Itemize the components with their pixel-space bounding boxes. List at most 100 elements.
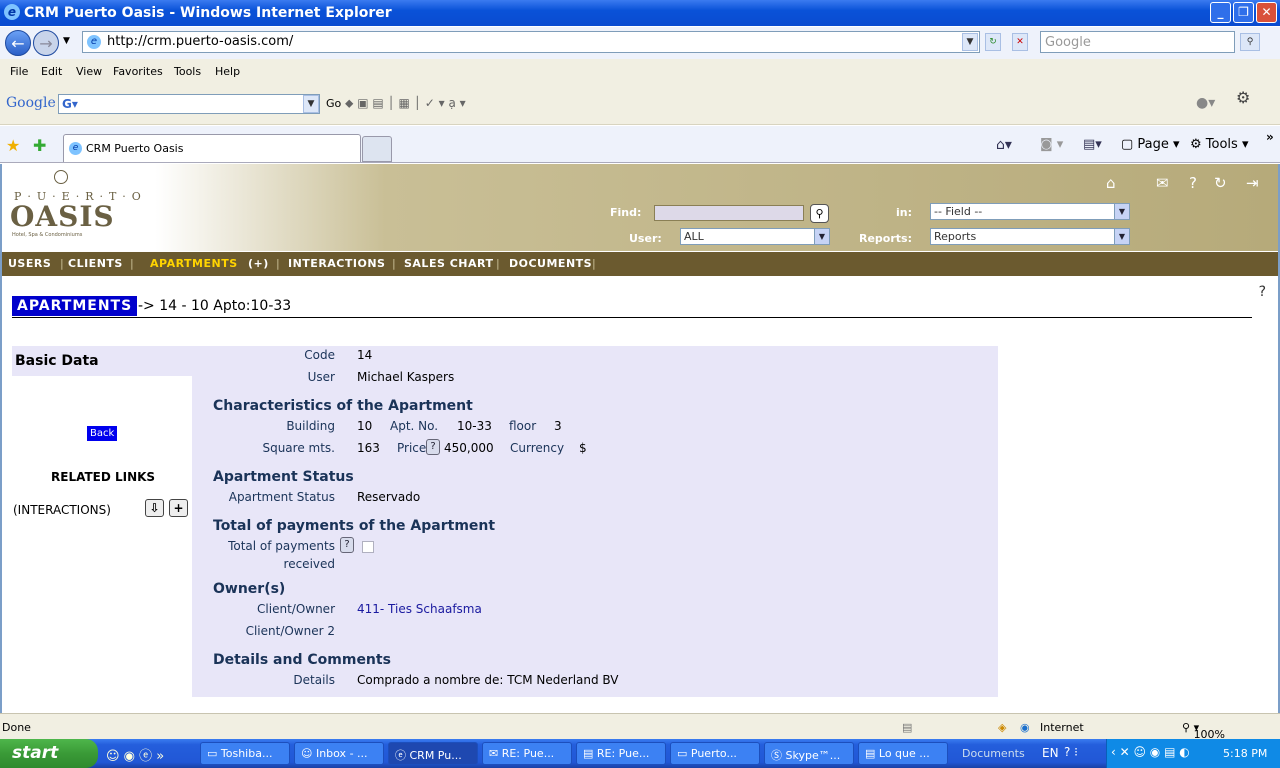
minimize-button[interactable]: _ (1210, 2, 1231, 23)
language-indicator[interactable]: EN (1042, 746, 1059, 760)
details-heading: Details and Comments (213, 652, 391, 668)
find-input[interactable] (654, 205, 804, 221)
status-bar: Done ▤ ◈ ◉ Internet ⚲ 100% ▾ (0, 713, 1280, 741)
search-icon[interactable]: ⚲ (1240, 33, 1260, 51)
url-input[interactable]: e http://crm.puerto-oasis.com/ (82, 31, 980, 53)
page-content: P·U·E·R·T·O OASIS Hotel, Spa & Condomini… (0, 164, 1280, 713)
help-tray-icon[interactable]: ? ⁝ (1064, 745, 1078, 759)
apt-no-label: Apt. No. (390, 419, 439, 433)
payments-help-icon[interactable]: ? (340, 537, 354, 553)
task-crm[interactable]: ⓔ CRM Pu... (388, 742, 478, 765)
url-dropdown-icon[interactable]: ▼ (962, 33, 978, 51)
close-button[interactable]: ✕ (1256, 2, 1277, 23)
home-icon[interactable]: ⌂▾ (996, 137, 1012, 153)
google-dropdown-icon[interactable]: ▼ (303, 95, 319, 113)
nav-sales-chart[interactable]: SALES CHART (404, 257, 493, 270)
feeds-icon[interactable]: ◙ ▾ (1040, 137, 1063, 152)
nav-clients[interactable]: CLIENTS (68, 257, 123, 270)
print-icon[interactable]: ▤▾ (1083, 137, 1102, 152)
task-toshiba[interactable]: ▭ Toshiba... (200, 742, 290, 765)
start-button[interactable]: start (0, 739, 98, 768)
refresh-icon[interactable]: ↻ (985, 33, 1001, 51)
task-inbox[interactable]: ☺ Inbox - ... (294, 742, 384, 765)
tab-crm-puerto-oasis[interactable]: e CRM Puerto Oasis (63, 134, 361, 162)
history-dropdown-icon[interactable]: ▼ (63, 36, 70, 46)
tab-ie-icon: e (69, 142, 82, 155)
user-select[interactable]: ALL ▼ (680, 228, 830, 245)
interactions-link[interactable]: (INTERACTIONS) (13, 503, 111, 517)
square-mts-label: Square mts. (262, 441, 335, 455)
new-tab-button[interactable] (362, 136, 392, 162)
apartment-status-heading: Apartment Status (213, 469, 354, 485)
client-owner-label: Client/Owner (257, 602, 335, 616)
forward-nav-button[interactable]: → (33, 30, 59, 56)
back-button[interactable]: Back (87, 426, 118, 441)
nav-documents[interactable]: DOCUMENTS (509, 257, 592, 270)
field-select[interactable]: -- Field -- ▼ (930, 203, 1130, 220)
left-sidebar: Basic Data Back RELATED LINKS (INTERACTI… (12, 346, 192, 697)
google-toolbar-input[interactable]: G▾ ▼ (58, 94, 320, 114)
menu-view[interactable]: View (76, 65, 102, 78)
mail-icon[interactable]: ✉ (1156, 174, 1169, 192)
user-label: User: (629, 232, 662, 245)
apt-no-value: 10-33 (457, 419, 492, 433)
find-search-icon[interactable]: ⚲ (810, 204, 829, 223)
nav-interactions[interactable]: INTERACTIONS (288, 257, 385, 270)
menu-favorites[interactable]: Favorites (113, 65, 163, 78)
system-tray: ‹ ✕ ☺ ◉ ▤ ◐ 5:18 PM (1106, 739, 1280, 768)
refresh-icon[interactable]: ↻ (1214, 174, 1227, 192)
tray-icons[interactable]: ‹ ✕ ☺ ◉ ▤ ◐ (1111, 745, 1190, 759)
menu-edit[interactable]: Edit (41, 65, 62, 78)
logout-icon[interactable]: ⇥ (1246, 174, 1259, 192)
task-re-pue-2[interactable]: ▤ RE: Pue... (576, 742, 666, 765)
task-re-pue-1[interactable]: ✉ RE: Pue... (482, 742, 572, 765)
add-favorites-icon[interactable]: ✚ (33, 136, 46, 155)
chevron-down-icon: ▼ (814, 229, 829, 244)
task-skype[interactable]: Ⓢ Skype™... (764, 742, 854, 765)
help-icon[interactable]: ? (1189, 174, 1197, 192)
client-owner-link[interactable]: 411- Ties Schaafsma (357, 602, 482, 616)
favorites-star-icon[interactable]: ★ (6, 136, 20, 155)
settings-circle-icon[interactable]: ●▾ (1196, 95, 1215, 111)
page-help-icon[interactable]: ? (1259, 284, 1266, 300)
download-icon[interactable]: ⇩ (145, 499, 164, 517)
related-links-heading: RELATED LINKS (51, 470, 156, 484)
menu-tools[interactable]: Tools (174, 65, 201, 78)
basic-data-heading: Basic Data (12, 346, 192, 376)
add-icon[interactable]: + (169, 499, 188, 517)
tab-bar: ★ ✚ e CRM Puerto Oasis ⌂▾ ◙ ▾ ▤▾ ▢ Page … (0, 126, 1280, 163)
payments-label-line1: Total of payments (228, 539, 335, 553)
nav-apartments[interactable]: APARTMENTS (150, 257, 238, 270)
zoom-control[interactable]: ⚲ 100% ▾ (1182, 721, 1225, 741)
task-puerto-folder[interactable]: ▭ Puerto... (670, 742, 760, 765)
page-menu[interactable]: ▢ Page ▾ (1121, 137, 1180, 152)
reports-select[interactable]: Reports ▼ (930, 228, 1130, 245)
logo-circle-icon (54, 170, 68, 184)
translate-icon[interactable]: ⚙ (1236, 88, 1250, 107)
toolbar-tools-icons[interactable]: ⬥ ▣ ▤ │ ▦ │ ✓ ▾ ạ ▾ (345, 96, 466, 111)
quick-launch-icons[interactable]: ☺ ◉ ⓔ » (106, 745, 164, 764)
nav-separator: | (60, 257, 65, 270)
back-nav-button[interactable]: ← (5, 30, 31, 56)
payments-label-line2: received (283, 557, 335, 571)
price-help-icon[interactable]: ? (426, 439, 440, 455)
menu-help[interactable]: Help (215, 65, 240, 78)
browser-search-input[interactable]: Google (1040, 31, 1235, 53)
stop-icon[interactable]: ✕ (1012, 33, 1028, 51)
menu-file[interactable]: File (10, 65, 28, 78)
record-path: -> 14 - 10 Apto:10-33 (138, 298, 292, 314)
home-icon[interactable]: ⌂ (1106, 174, 1116, 192)
find-label: Find: (610, 206, 642, 219)
nav-add-apartment[interactable]: (+) (248, 257, 269, 270)
task-lo-que[interactable]: ▤ Lo que ... (858, 742, 948, 765)
window-titlebar: e CRM Puerto Oasis - Windows Internet Ex… (0, 0, 1280, 26)
google-go-button[interactable]: Go (326, 97, 341, 110)
maximize-button[interactable]: ❐ (1233, 2, 1254, 23)
chevron-more-icon[interactable]: » (1266, 130, 1274, 144)
documents-toolbar[interactable]: Documents (962, 747, 1025, 760)
payments-checkbox[interactable] (362, 541, 374, 553)
nav-users[interactable]: USERS (8, 257, 51, 270)
window-title: CRM Puerto Oasis - Windows Internet Expl… (24, 5, 392, 21)
client-owner2-label: Client/Owner 2 (245, 624, 335, 638)
tools-menu[interactable]: ⚙ Tools ▾ (1190, 137, 1249, 152)
